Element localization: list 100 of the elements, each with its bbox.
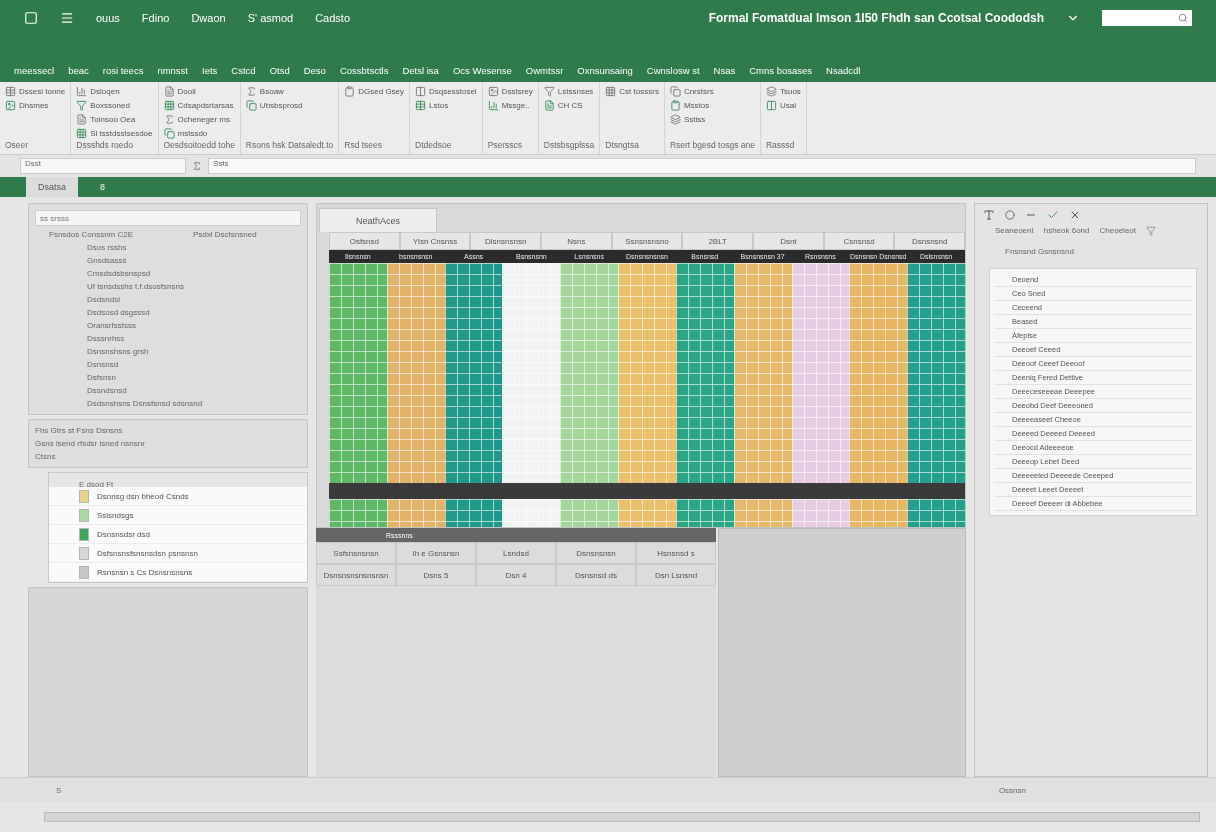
menu-item[interactable]: Dsfsnsnsfsnsnsdsn psnsnsn (49, 544, 307, 563)
list-item[interactable]: Dsnsnsd (35, 360, 301, 369)
ribbon-button[interactable]: Dooll (163, 86, 235, 97)
list-item[interactable]: Oransrfsstsss (35, 321, 301, 330)
ribbon-tab[interactable]: Iets (202, 65, 218, 76)
column-header[interactable]: Osfsnsd (329, 232, 400, 250)
toolbar-item[interactable]: ouus (96, 12, 120, 24)
column-header[interactable]: Dsnt (753, 232, 824, 250)
dialog-text: Gsns lsend rfsdsr lsned nsnsnr (35, 439, 146, 448)
text-icon[interactable] (983, 209, 995, 221)
sheet-tab[interactable]: Dsatsa (26, 177, 78, 197)
ribbon-tab[interactable]: Cossbtsctls (339, 65, 389, 76)
ribbon-tab[interactable]: Ocs Wesense (452, 65, 512, 76)
toolbar-item[interactable]: Dwaon (191, 12, 226, 24)
search-icon[interactable] (1178, 13, 1188, 23)
list-item[interactable]: Dsnsnshsns grsh (35, 347, 301, 356)
toolbar-item[interactable]: S' asmod (247, 12, 294, 24)
ribbon-button[interactable]: Toinsoo Oea (76, 114, 153, 125)
ribbon-button[interactable]: Lstos (415, 100, 477, 111)
list-item[interactable]: Gnsdsasss (35, 256, 301, 265)
ribbon-tab[interactable]: Detsl isa (402, 65, 439, 76)
toolbar-item[interactable]: Fdino (141, 12, 170, 24)
list-item[interactable]: Cmsdsdsbsnspsd (35, 269, 301, 278)
filter-icon[interactable] (1146, 226, 1156, 236)
ribbon-tab[interactable]: Oxnsunsaing (577, 65, 633, 76)
list-item[interactable]: Uf tsnsdsshs t.f.dsosfsnsns (35, 282, 301, 291)
ribbon-tab[interactable]: meessecl (14, 65, 55, 76)
ribbon-tab[interactable]: Owmtssr (525, 65, 564, 76)
ribbon-tab[interactable]: rosi teecs (102, 65, 144, 76)
ribbon-button[interactable]: Ocheneger ms (163, 114, 235, 125)
scrollbar[interactable] (44, 812, 1200, 822)
ribbon-button[interactable]: Tsuos (765, 86, 801, 97)
sigma-icon (245, 86, 257, 97)
column-header[interactable]: Ssnsnsnsno (611, 232, 683, 250)
ribbon-button[interactable]: Cnrstsrs (669, 86, 755, 97)
ribbon-button[interactable]: Dsstsrey (487, 86, 533, 97)
ribbon-button[interactable]: Dsloqen (76, 86, 153, 97)
ribbon-tab[interactable]: Nsas (713, 65, 736, 76)
circle-icon[interactable] (1005, 210, 1015, 220)
list-item[interactable]: Dsssnrhss (35, 334, 301, 343)
close-icon[interactable] (1069, 209, 1081, 221)
formula-field[interactable]: Ssts (208, 158, 1196, 174)
ribbon-button[interactable]: Dsqsesstosel (415, 86, 477, 97)
name-box[interactable]: Dsst (20, 158, 186, 174)
sheet-tab[interactable]: NeathAces (319, 208, 438, 232)
ribbon-button[interactable]: Mssge.. (487, 100, 533, 111)
table-cell: Dsn 4 (476, 564, 556, 586)
ribbon-tab[interactable]: Cstcd (231, 65, 256, 76)
ribbon-tab[interactable]: Deso (303, 65, 326, 76)
ribbon-tab[interactable]: Cmns bosases (749, 65, 813, 76)
column-header[interactable]: Csnsnsd (823, 232, 895, 250)
list-item[interactable]: Dsdsndsi (35, 295, 301, 304)
ribbon-button[interactable]: Boxssoned (76, 100, 153, 111)
ribbon-tab[interactable]: Cwnslosw st (646, 65, 700, 76)
menu-item[interactable]: Sslsndsgs (49, 506, 307, 525)
column-header[interactable]: Dlsnsnsnsn (470, 232, 541, 250)
search-field[interactable]: ss srsss (35, 210, 301, 226)
function-icon[interactable] (192, 161, 202, 171)
menu-icon[interactable] (60, 11, 74, 25)
list-item[interactable]: Dsdsosd dsgsssd (35, 308, 301, 317)
ribbon-tab[interactable]: Otsd (269, 65, 290, 76)
grid-icon (605, 86, 617, 97)
menu-item[interactable]: Dsnnsg dsn bheod Csnds (49, 487, 307, 506)
column-header[interactable]: Ylsn Cnsnss (399, 232, 471, 250)
menu-item[interactable]: Rsnsnsn s Cs Dsnsnsnsns (49, 563, 307, 582)
ribbon-button[interactable]: Cdsapdsrtarsas (163, 100, 235, 111)
ribbon-tab[interactable]: Nsadcdl (826, 65, 861, 76)
sheet-tab[interactable]: 8 (88, 177, 118, 197)
ribbon-button[interactable]: mstssdo (163, 128, 235, 139)
menu-item[interactable]: Dsnsnsdsr dsd (49, 525, 307, 544)
ribbon-tab[interactable]: nmnsst (157, 65, 188, 76)
column-header[interactable]: Dsnsnsnd (894, 232, 966, 250)
search-field[interactable] (1102, 10, 1192, 26)
ribbon-tab[interactable]: beac (68, 65, 89, 76)
check-icon[interactable] (1047, 209, 1059, 221)
ribbon-button[interactable]: Msstos (669, 100, 755, 111)
ribbon-button[interactable]: Usal (765, 100, 801, 111)
window-icon (24, 11, 38, 25)
ribbon-button[interactable]: Sstiss (669, 114, 755, 125)
colored-column (560, 499, 619, 527)
ribbon-button[interactable]: Sl tsstdsstsesdoe (76, 128, 153, 139)
list-item[interactable]: Dsdsnshsns Dsnsfsnsd sdsnsnd (35, 399, 301, 408)
ribbon-button[interactable]: CH CS (543, 100, 595, 111)
ribbon-button[interactable]: Dssesl tonne (5, 86, 66, 97)
window-title: Formal Fomatdual Imson 1l50 Fhdh san Ccotsal Coododsh (708, 11, 1044, 25)
column-header[interactable]: 2BLT (682, 232, 754, 250)
ribbon-button[interactable]: Dhsmes (5, 100, 66, 111)
group-label: Dssshds roedo (76, 140, 134, 150)
ribbon-button[interactable]: Bsoaw (245, 86, 334, 97)
ribbon-button[interactable]: DGsed Gsey (344, 86, 405, 97)
list-item[interactable]: Dsos rsshs (35, 243, 301, 252)
ribbon-button[interactable]: Cst tosssrs (605, 86, 659, 97)
list-item[interactable]: Dssndsnsd (35, 386, 301, 395)
link[interactable]: Ctsns (35, 452, 301, 461)
ribbon-button[interactable]: Lstssnses (543, 86, 595, 97)
group-label: Psersscs (487, 140, 524, 150)
sigma-icon (163, 114, 175, 125)
column-header[interactable]: Nsns (541, 232, 612, 250)
ribbon-button[interactable]: Ubsbsprosd (245, 100, 334, 111)
list-item[interactable]: Dsfsnsn (35, 373, 301, 382)
